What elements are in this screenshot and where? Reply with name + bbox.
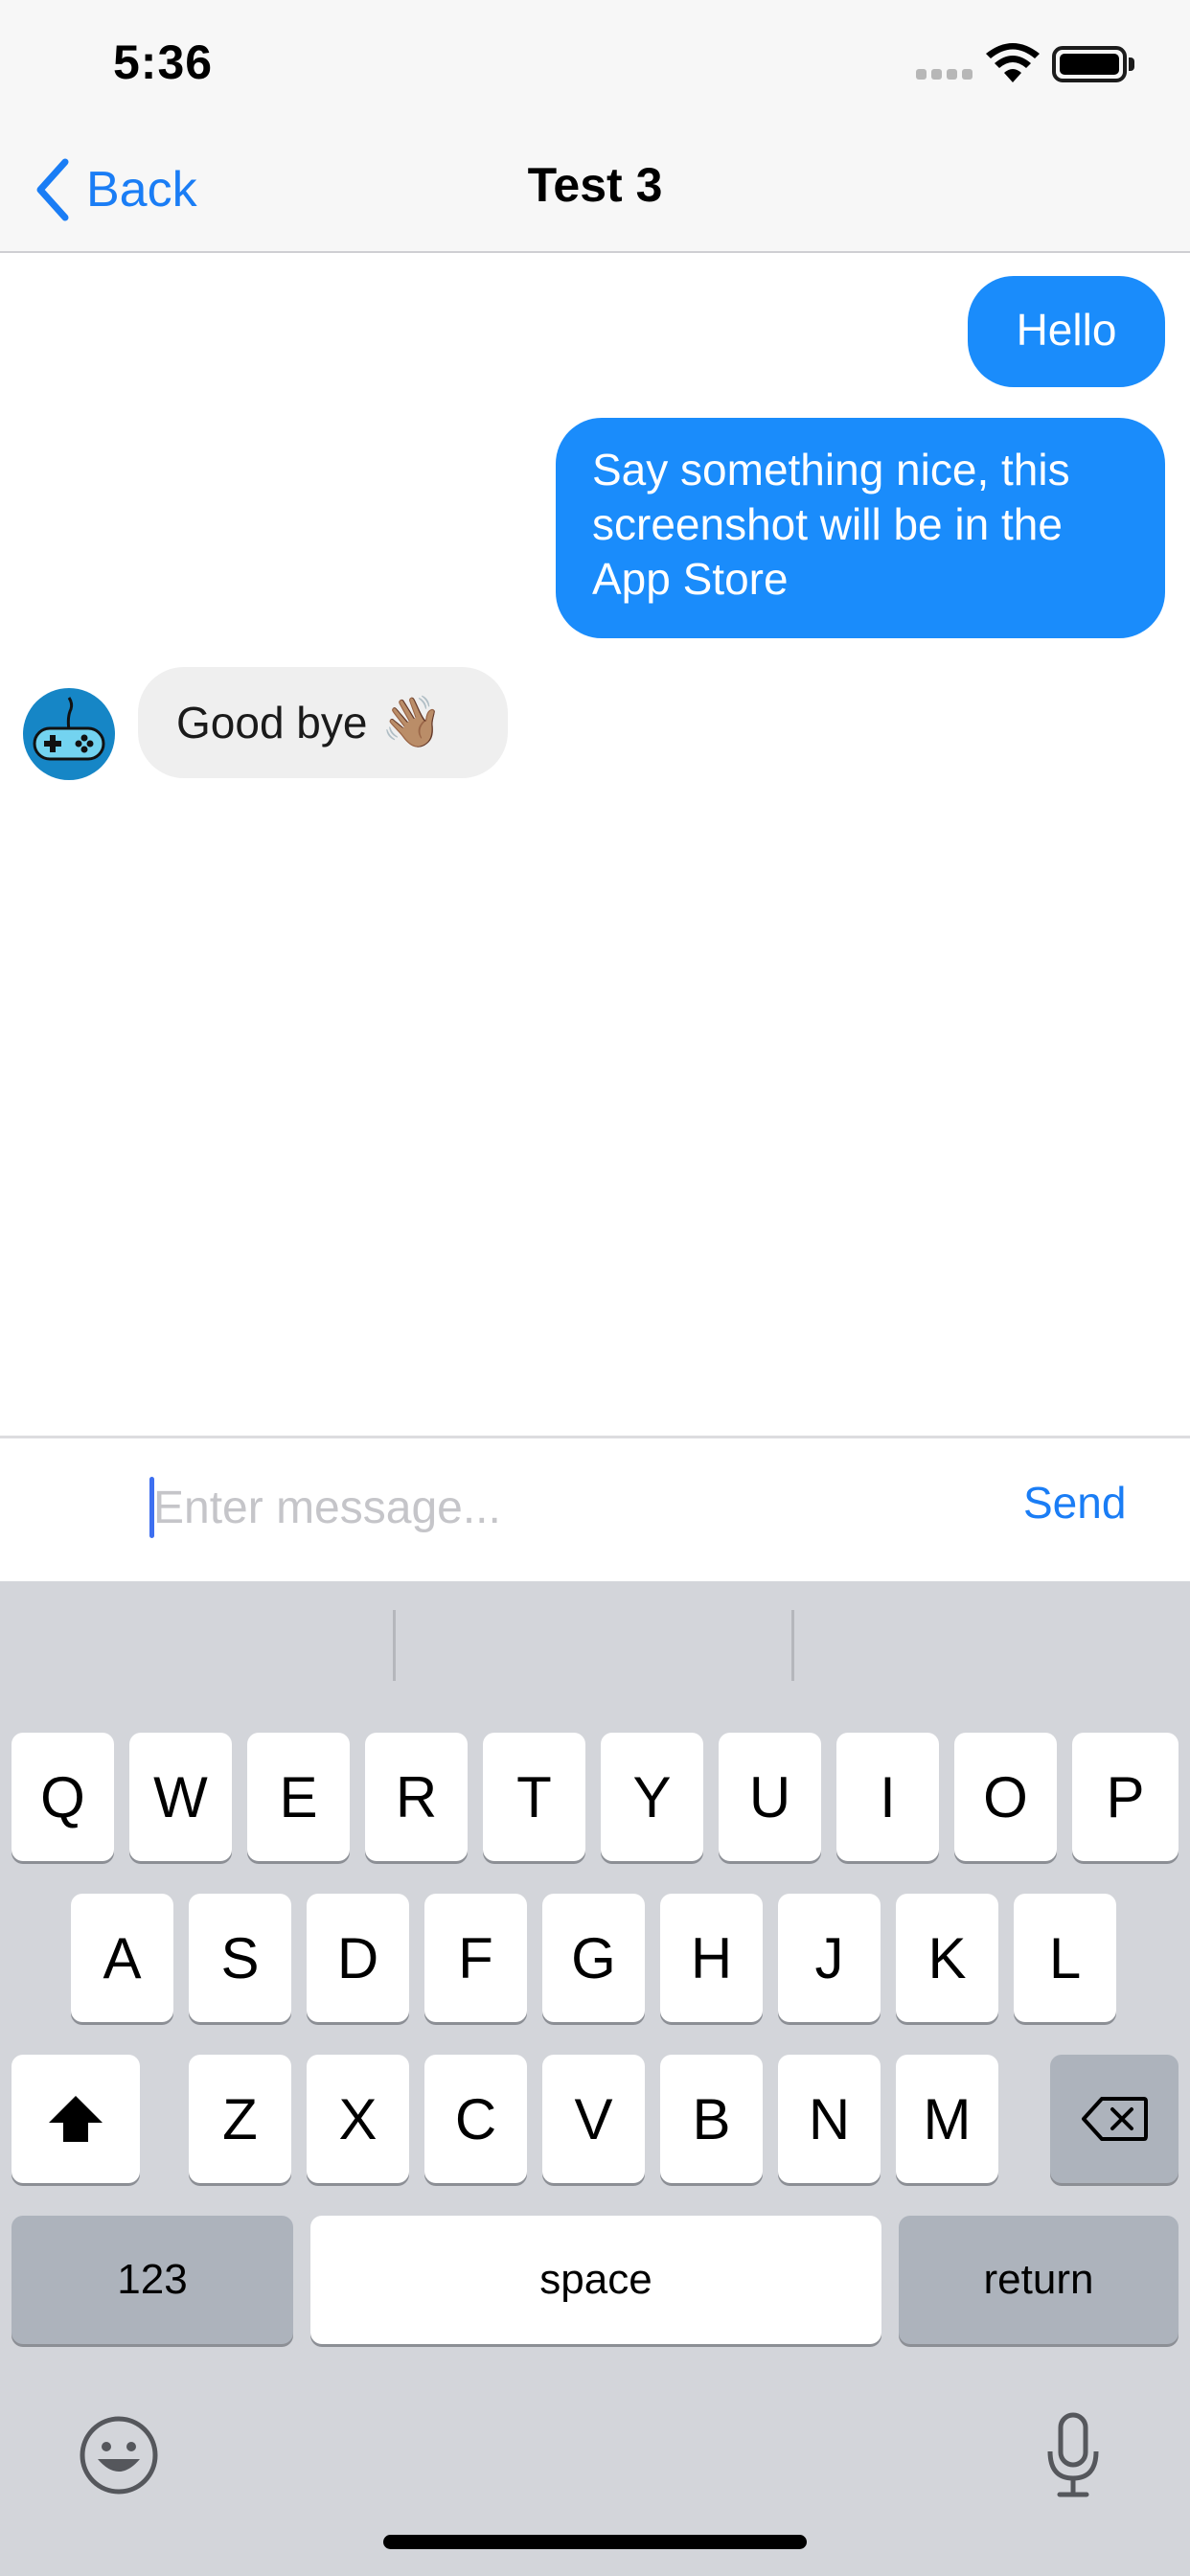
key-g[interactable]: G <box>542 1894 645 2022</box>
shift-key[interactable] <box>11 2055 140 2183</box>
key-d[interactable]: D <box>307 1894 409 2022</box>
gamepad-icon <box>33 697 105 761</box>
key-i[interactable]: I <box>836 1733 939 1861</box>
battery-cap <box>1129 58 1134 71</box>
key-q[interactable]: Q <box>11 1733 114 1861</box>
key-l[interactable]: L <box>1014 1894 1116 2022</box>
message-text: Good bye <box>176 697 368 748</box>
key-u[interactable]: U <box>719 1733 821 1861</box>
message-input[interactable] <box>151 1467 937 1548</box>
key-k[interactable]: K <box>896 1894 998 2022</box>
key-p[interactable]: P <box>1072 1733 1179 1861</box>
key-s[interactable]: S <box>189 1894 291 2022</box>
waving-hand-icon: 👋🏽 <box>380 695 444 750</box>
outgoing-message-bubble[interactable]: Hello <box>968 276 1165 387</box>
key-z[interactable]: Z <box>189 2055 291 2183</box>
wifi-icon <box>986 43 1040 82</box>
prediction-divider <box>393 1610 396 1681</box>
key-b[interactable]: B <box>660 2055 763 2183</box>
status-time: 5:36 <box>113 35 214 89</box>
key-m[interactable]: M <box>896 2055 998 2183</box>
cellular-signal-icon <box>916 69 973 80</box>
key-j[interactable]: J <box>778 1894 881 2022</box>
incoming-message-bubble[interactable]: Good bye 👋🏽 <box>138 667 508 778</box>
key-h[interactable]: H <box>660 1894 763 2022</box>
return-key[interactable]: return <box>899 2216 1179 2344</box>
send-button[interactable]: Send <box>1023 1477 1126 1529</box>
microphone-icon[interactable] <box>1044 2411 1102 2499</box>
key-y[interactable]: Y <box>601 1733 703 1861</box>
numbers-key[interactable]: 123 <box>11 2216 293 2344</box>
backspace-key[interactable] <box>1050 2055 1179 2183</box>
shift-icon <box>49 2096 103 2142</box>
key-r[interactable]: R <box>365 1733 468 1861</box>
key-a[interactable]: A <box>71 1894 173 2022</box>
space-key[interactable]: space <box>310 2216 881 2344</box>
keyboard: Q W E R T Y U I O P A S D F G H J K L Z … <box>0 1581 1190 2576</box>
composer-bar: Send <box>0 1436 1190 1581</box>
outgoing-message-bubble[interactable]: Say something nice, this screenshot will… <box>556 418 1165 638</box>
key-t[interactable]: T <box>483 1733 585 1861</box>
key-v[interactable]: V <box>542 2055 645 2183</box>
key-c[interactable]: C <box>424 2055 527 2183</box>
page-title: Test 3 <box>527 158 663 212</box>
key-o[interactable]: O <box>954 1733 1057 1861</box>
prediction-divider <box>791 1610 794 1681</box>
key-x[interactable]: X <box>307 2055 409 2183</box>
home-indicator[interactable] <box>383 2535 807 2549</box>
key-n[interactable]: N <box>778 2055 881 2183</box>
key-f[interactable]: F <box>424 1894 527 2022</box>
battery-icon <box>1052 46 1127 82</box>
top-bar: 5:36 Back Test 3 <box>0 0 1190 253</box>
key-e[interactable]: E <box>247 1733 350 1861</box>
message-list[interactable]: Hello Say something nice, this screensho… <box>0 255 1190 1436</box>
key-w[interactable]: W <box>129 1733 232 1861</box>
emoji-icon[interactable] <box>79 2415 159 2496</box>
backspace-icon <box>1082 2097 1148 2141</box>
avatar[interactable] <box>23 688 115 780</box>
